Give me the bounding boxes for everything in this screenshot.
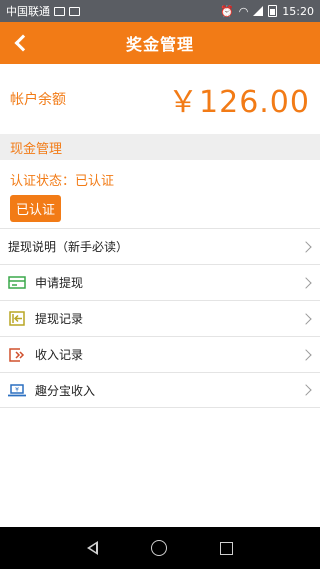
menu-item-label: 收入记录 — [35, 348, 84, 362]
system-nav-bar — [0, 527, 320, 569]
status-bar: 中国联通 ⏰ ◠ 15:20 — [0, 0, 320, 22]
balance-value: ￥126.00 — [168, 85, 310, 120]
app-bar: 奖金管理 — [0, 22, 320, 64]
menu-item-apply-withdraw[interactable]: 申请提现 — [0, 264, 320, 300]
menu-item-income-records[interactable]: 收入记录 — [0, 336, 320, 372]
chevron-right-icon — [300, 348, 312, 361]
chevron-right-icon — [300, 312, 312, 325]
battery-icon — [268, 5, 278, 17]
carrier-label: 中国联通 — [6, 5, 50, 18]
alarm-icon: ⏰ — [219, 4, 234, 18]
menu-item-label: 趣分宝收入 — [35, 383, 96, 398]
menu-item-label: 提现说明（新手必读） — [8, 240, 129, 254]
menu-item-withdraw-records[interactable]: 提现记录 — [0, 300, 320, 336]
balance-label: 帐户余额 — [10, 92, 66, 108]
certification-area: 认证状态：已认证 已认证 — [0, 160, 320, 228]
cash-management-header: 现金管理 — [0, 134, 320, 160]
income-icon — [8, 347, 26, 362]
record-icon — [8, 311, 26, 326]
svg-text:¥: ¥ — [15, 386, 19, 393]
card-icon — [8, 276, 26, 290]
laptop-icon: ¥ — [8, 383, 26, 397]
chevron-right-icon — [300, 276, 312, 289]
account-balance-row: 帐户余额 ￥126.00 — [0, 64, 320, 134]
certified-button[interactable]: 已认证 — [10, 195, 62, 222]
back-button[interactable] — [4, 27, 38, 59]
menu-item-qufenbao-income[interactable]: ¥ 趣分宝收入 — [0, 372, 320, 408]
page-title: 奖金管理 — [125, 35, 194, 54]
menu-item-label: 提现记录 — [35, 312, 84, 326]
menu-list: 提现说明（新手必读） 申请提现 提现记录 收入记录 ¥ 趣分宝收入 — [0, 228, 320, 408]
nav-recent-apps-icon[interactable] — [220, 541, 234, 555]
clock: 15:20 — [282, 4, 314, 18]
menu-item-withdraw-guide[interactable]: 提现说明（新手必读） — [0, 228, 320, 264]
nav-home-icon[interactable] — [150, 540, 167, 556]
nav-back-icon[interactable] — [86, 541, 98, 555]
back-arrow-icon — [14, 34, 32, 52]
chevron-right-icon — [300, 384, 312, 396]
menu-item-label: 申请提现 — [35, 276, 84, 290]
wifi-icon: ◠ — [238, 4, 249, 18]
certification-status: 认证状态：已认证 — [10, 174, 115, 189]
signal-icon — [253, 6, 264, 16]
chevron-right-icon — [300, 240, 312, 253]
sd-card-icon — [69, 6, 80, 16]
section-title: 现金管理 — [10, 141, 63, 157]
image-icon — [54, 6, 65, 16]
